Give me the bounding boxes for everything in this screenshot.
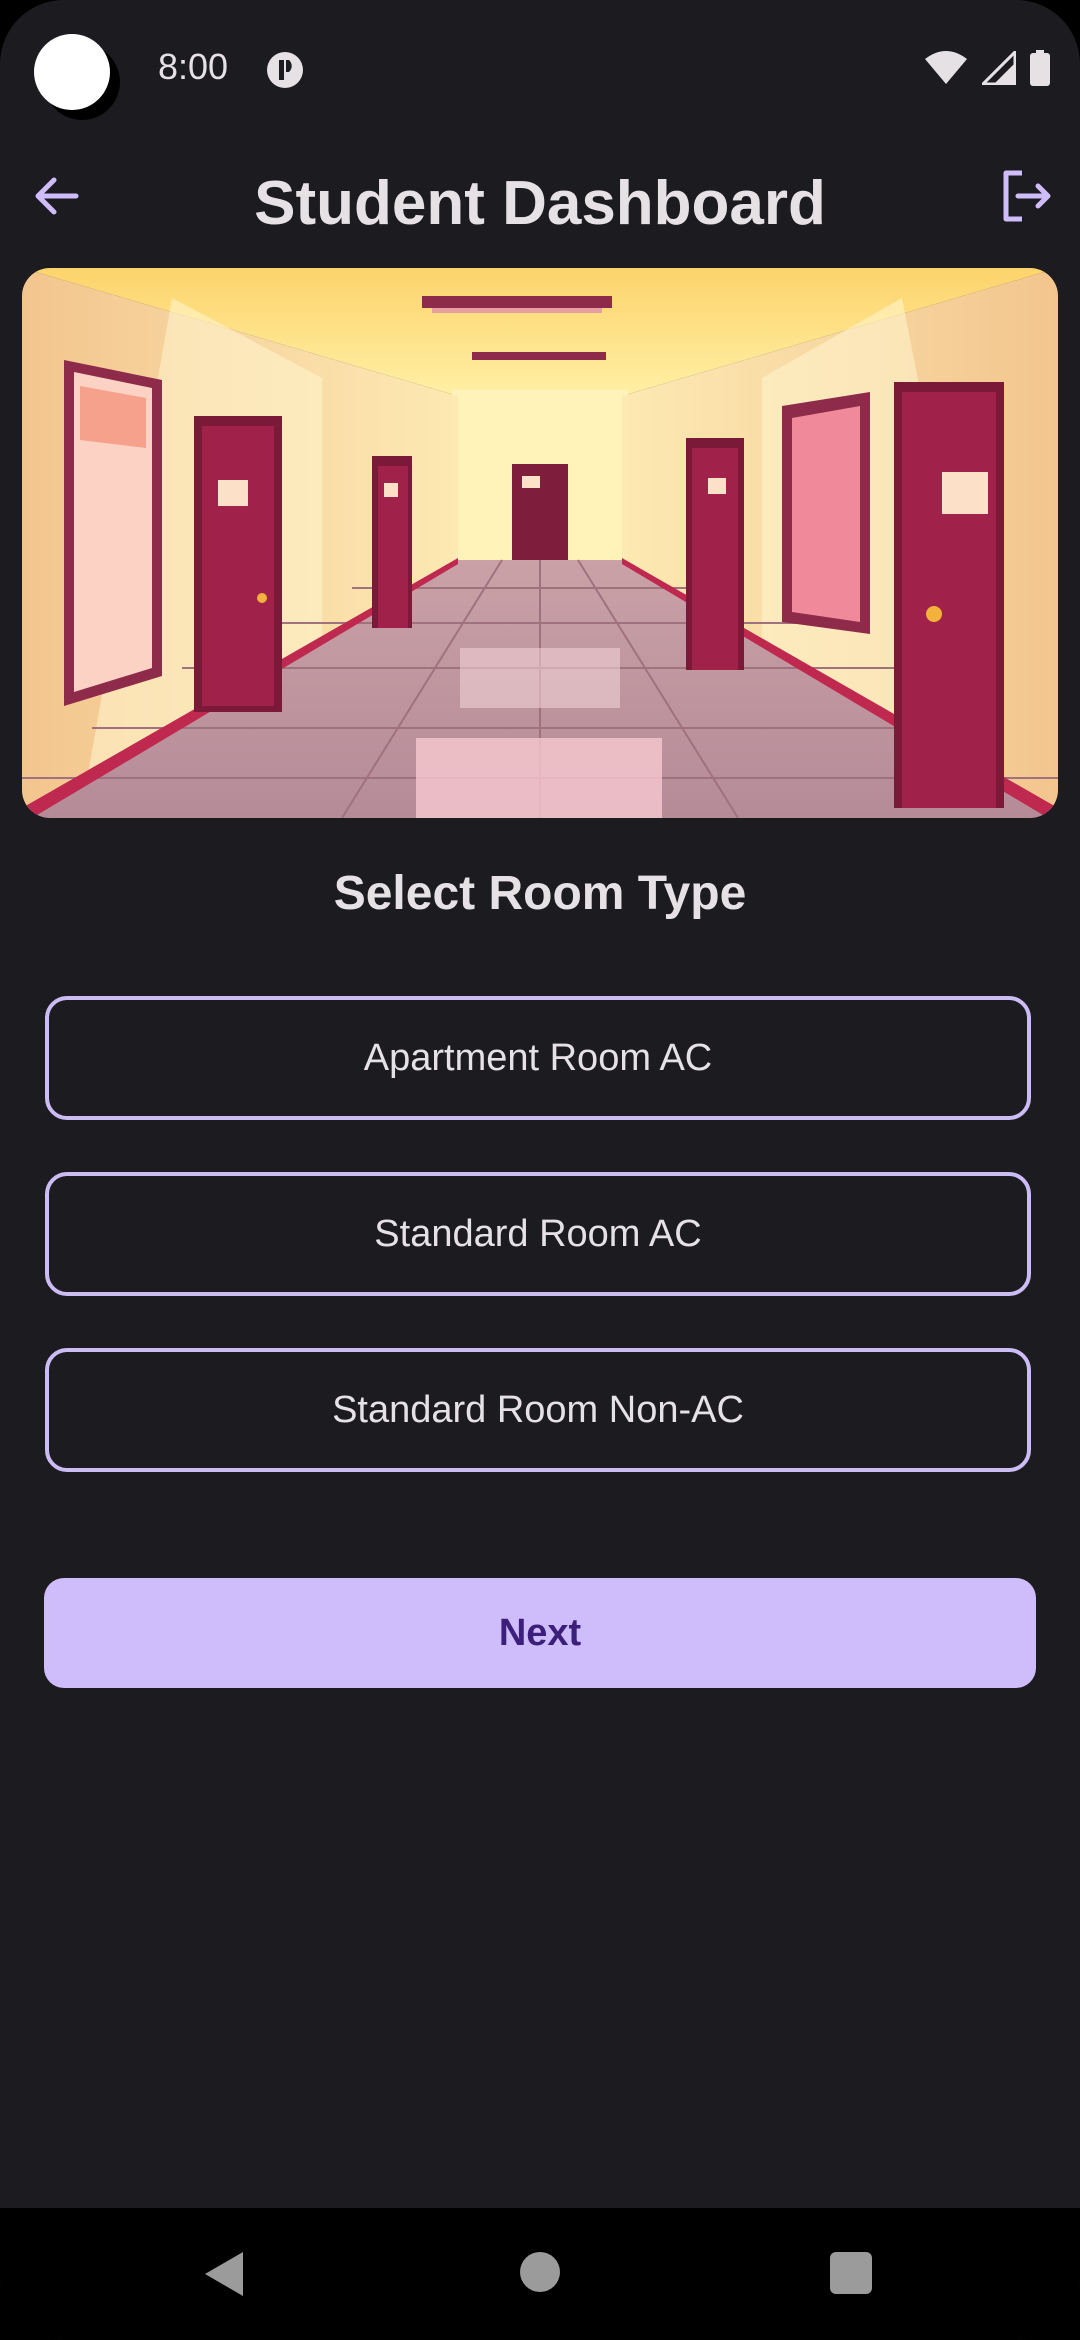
- nav-recents-icon[interactable]: [830, 2252, 872, 2294]
- room-option-standard-ac[interactable]: Standard Room AC: [45, 1172, 1031, 1296]
- logout-icon: [1000, 169, 1054, 228]
- logout-button[interactable]: [994, 168, 1060, 228]
- status-time: 8:00: [158, 46, 229, 87]
- battery-icon: [1030, 50, 1050, 86]
- system-icons: [924, 50, 1050, 86]
- top-app-bar: Student Dashboard: [0, 140, 1080, 270]
- nav-back-icon[interactable]: [203, 2250, 245, 2303]
- notification-icon: [266, 51, 304, 89]
- room-option-apartment-ac[interactable]: Apartment Room AC: [45, 996, 1031, 1120]
- signal-icon: [982, 51, 1016, 85]
- system-nav-bar: [0, 2208, 1080, 2340]
- page-title: Student Dashboard: [254, 169, 826, 238]
- camera-cutout: [34, 34, 110, 110]
- app-screen: 8:00 Student Dashboard Select Room Type …: [0, 0, 1080, 2340]
- status-bar: 8:00: [0, 0, 1080, 140]
- hallway-illustration: [22, 268, 1058, 818]
- nav-home-icon[interactable]: [520, 2252, 560, 2292]
- wifi-icon: [924, 51, 968, 85]
- next-button[interactable]: Next: [44, 1578, 1036, 1688]
- room-option-standard-non-ac[interactable]: Standard Room Non-AC: [45, 1348, 1031, 1472]
- room-type-heading: Select Room Type: [333, 867, 747, 920]
